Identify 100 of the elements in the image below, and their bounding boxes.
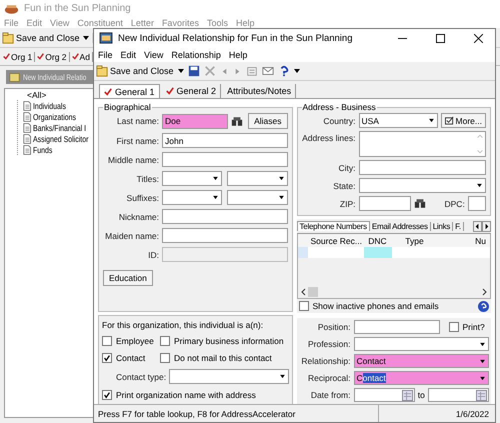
grid-cell[interactable]	[364, 247, 392, 258]
field-label: Contact type:	[116, 372, 166, 382]
date-field[interactable]	[354, 388, 415, 402]
form-icon[interactable]	[246, 65, 258, 77]
date-field[interactable]	[428, 388, 489, 402]
education-button[interactable]: Education	[103, 270, 153, 286]
checkbox-label: Primary business information	[174, 336, 284, 346]
input-field[interactable]	[162, 152, 288, 167]
input-field[interactable]	[358, 160, 486, 175]
tree-item[interactable]: Individuals	[33, 100, 66, 110]
field-label: Last name:	[116, 116, 159, 126]
column-header[interactable]: Source Rec...	[308, 236, 364, 246]
country-dropdown[interactable]: USA	[358, 113, 438, 128]
field-label: First name:	[115, 136, 159, 146]
scroll-left-icon[interactable]	[300, 288, 306, 296]
aliases-button[interactable]: Aliases	[248, 113, 288, 129]
save-and-close-button[interactable]: Save and Close	[2, 30, 80, 44]
input-field[interactable]	[468, 196, 486, 211]
scroll-left-icon[interactable]	[473, 220, 482, 232]
group-title: Biographical	[103, 102, 152, 112]
field-label: Middle name:	[106, 154, 159, 164]
tree-item[interactable]: Banks/Financial I	[33, 122, 86, 132]
more-button[interactable]: More...	[440, 113, 486, 128]
menu-item[interactable]: View	[144, 50, 164, 60]
tab[interactable]: Telephone Numbers	[296, 221, 370, 231]
vertical-scrollbar[interactable]	[475, 132, 485, 156]
tab[interactable]: Email Addresses	[370, 222, 431, 230]
field-label: Position:	[316, 322, 350, 332]
menu-item[interactable]: Help	[228, 50, 248, 60]
menu-item[interactable]: File	[4, 18, 19, 28]
menu-item[interactable]: Letter	[130, 18, 154, 28]
field-label: City:	[338, 162, 356, 172]
caret-icon[interactable]	[294, 69, 300, 73]
field-label: Nickname:	[118, 212, 159, 222]
scrollbar-thumb[interactable]	[308, 287, 318, 297]
calendar-icon[interactable]	[476, 390, 487, 400]
section-heading: For this organization, this individual is a(n):	[102, 320, 264, 330]
checkbox[interactable]	[102, 390, 112, 400]
save-icon[interactable]	[188, 65, 200, 77]
tree-item[interactable]: Funds	[33, 144, 52, 154]
field-label: ID:	[147, 250, 159, 260]
checkbox[interactable]	[160, 353, 170, 363]
dropdown[interactable]: Contact	[354, 354, 489, 368]
checkbox-label: Print organization name with address	[116, 390, 256, 400]
tab[interactable]: Org 1	[3, 52, 36, 62]
input-field[interactable]	[354, 320, 440, 334]
grid-cell[interactable]	[438, 247, 490, 258]
window-title: New Individual Relationship for Fun in the Sun Planning	[118, 32, 354, 44]
tab[interactable]: Org 2	[37, 52, 70, 62]
binoculars-icon[interactable]	[231, 116, 244, 126]
menu-item[interactable]: Favorites	[162, 18, 199, 28]
subwindow-title: New Individual Relatio	[23, 72, 86, 82]
folder-icon	[96, 65, 108, 77]
tab[interactable]: General 1	[99, 84, 160, 98]
tree-item[interactable]: Organizations	[33, 112, 76, 122]
field-label: Reciprocal:	[306, 373, 350, 383]
menu-item[interactable]: Relationship	[171, 50, 221, 60]
checkbox[interactable]	[160, 336, 170, 346]
input-field[interactable]: Doe	[162, 114, 228, 128]
tab[interactable]: F.	[453, 222, 464, 230]
caret-icon[interactable]	[82, 36, 89, 40]
help-icon[interactable]	[478, 300, 489, 312]
envelope-icon[interactable]	[262, 65, 274, 77]
grid-cell[interactable]	[308, 247, 364, 258]
field-label: Profession:	[306, 339, 350, 349]
tab[interactable]: Links	[430, 222, 454, 230]
save-and-close-button[interactable]: Save and Close	[96, 64, 174, 78]
input-field[interactable]	[162, 228, 288, 243]
address-lines-field[interactable]	[358, 131, 486, 157]
column-header[interactable]: Type	[392, 236, 438, 246]
menu-item[interactable]: Tools	[206, 18, 228, 28]
caret-icon[interactable]	[178, 69, 184, 73]
calendar-icon[interactable]	[402, 390, 413, 400]
menu-item[interactable]: File	[98, 50, 113, 60]
checkbox[interactable]	[102, 353, 112, 363]
column-header[interactable]: Nu	[438, 236, 490, 246]
tree-item[interactable]: <All>	[27, 90, 46, 100]
menu-item[interactable]: Edit	[26, 18, 42, 28]
checkbox[interactable]	[102, 336, 112, 346]
field-label: Suffixes:	[126, 192, 159, 202]
input-field[interactable]	[358, 196, 410, 211]
menu-item[interactable]: Help	[236, 18, 254, 28]
checkbox[interactable]	[448, 322, 458, 332]
scroll-right-icon[interactable]	[482, 220, 491, 232]
input-field[interactable]: John	[162, 133, 288, 148]
tree-item[interactable]: Assigned Solicitor	[33, 134, 88, 144]
input-field[interactable]	[162, 209, 288, 224]
binoculars-icon[interactable]	[414, 198, 426, 209]
scroll-right-icon[interactable]	[482, 288, 488, 296]
next-icon[interactable]	[232, 66, 242, 76]
menu-item[interactable]: Edit	[120, 50, 136, 60]
menu-item[interactable]: Constituent	[77, 18, 123, 28]
close-icon[interactable]	[474, 34, 483, 42]
column-header[interactable]: DNC	[364, 236, 392, 246]
maximize-icon[interactable]	[436, 34, 445, 42]
dropdown[interactable]: Contact	[354, 371, 489, 385]
grid-cell[interactable]	[392, 247, 438, 258]
group-title: Address - Business	[302, 102, 377, 112]
checkbox[interactable]	[298, 301, 308, 311]
menu-item[interactable]: View	[50, 18, 70, 28]
